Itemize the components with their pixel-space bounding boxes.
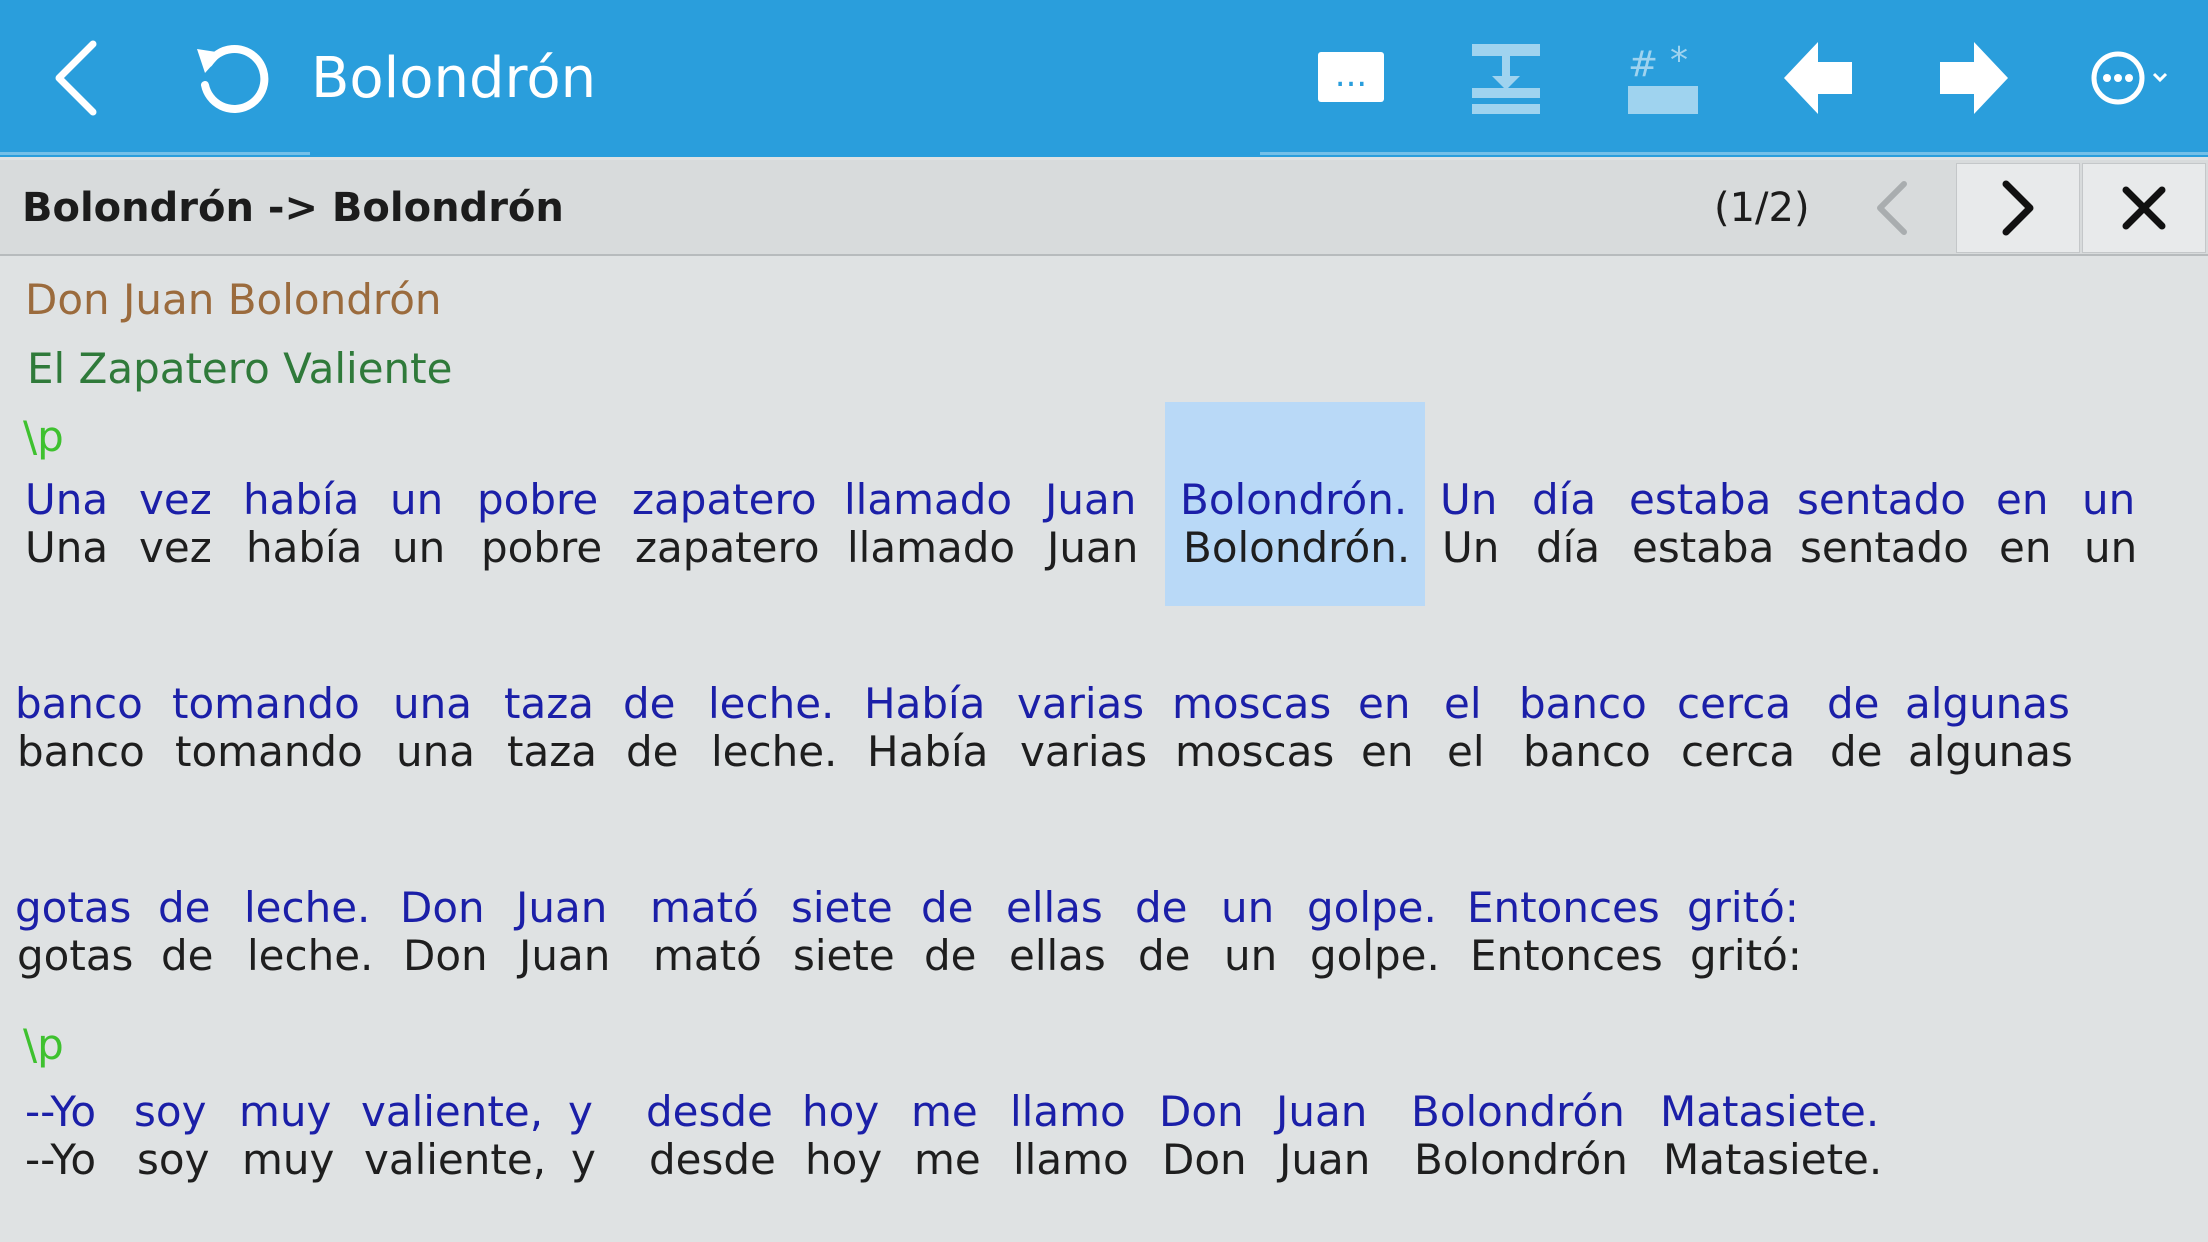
text-word[interactable]: leche. xyxy=(711,724,837,780)
asterisk-fields-icon[interactable]: # * xyxy=(1626,42,1700,116)
back-chevron-icon[interactable] xyxy=(40,30,110,126)
text-word[interactable]: un xyxy=(1224,928,1277,984)
text-word[interactable]: cerca xyxy=(1681,724,1795,780)
text-word[interactable]: moscas xyxy=(1175,724,1334,780)
tab-underline-right xyxy=(1260,152,2208,155)
text-word[interactable]: un xyxy=(2084,520,2137,576)
text-word[interactable]: banco xyxy=(1523,724,1651,780)
arrow-right-icon[interactable] xyxy=(1936,38,2012,118)
find-query: Bolondrón -> Bolondrón xyxy=(22,185,564,231)
text-word[interactable]: de xyxy=(161,928,214,984)
text-word[interactable]: el xyxy=(1447,724,1485,780)
text-word[interactable]: de xyxy=(924,928,977,984)
chevron-right-icon xyxy=(2002,180,2034,236)
text-word[interactable]: llamo xyxy=(1013,1132,1129,1188)
text-word[interactable]: zapatero xyxy=(635,520,820,576)
text-word[interactable]: tomando xyxy=(175,724,363,780)
ellipsis-label: ... xyxy=(1334,55,1368,95)
text-word[interactable]: valiente, xyxy=(364,1132,546,1188)
text-word[interactable]: hoy xyxy=(805,1132,882,1188)
text-word[interactable]: Juan xyxy=(1047,520,1138,576)
text-word[interactable]: Había xyxy=(867,724,988,780)
text-word[interactable]: de xyxy=(1138,928,1191,984)
text-word[interactable]: varias xyxy=(1020,724,1147,780)
text-word[interactable]: taza xyxy=(507,724,597,780)
text-word[interactable]: ellas xyxy=(1009,928,1106,984)
text-word[interactable]: en xyxy=(1361,724,1413,780)
text-word[interactable]: soy xyxy=(137,1132,209,1188)
text-word[interactable]: algunas xyxy=(1908,724,2073,780)
text-word[interactable]: Una xyxy=(25,520,108,576)
next-match-button[interactable] xyxy=(1956,163,2080,253)
paragraph-marker: \p xyxy=(23,412,64,461)
text-word[interactable]: llamado xyxy=(847,520,1015,576)
text-word[interactable]: sentado xyxy=(1800,520,1969,576)
paragraph-marker: \p xyxy=(23,1020,64,1069)
tab-underline-left xyxy=(0,152,310,155)
text-word[interactable]: Matasiete. xyxy=(1663,1132,1882,1188)
document-content: Don Juan Bolondrón El Zapatero Valiente … xyxy=(0,258,2208,1242)
more-options-icon[interactable] xyxy=(2086,46,2176,110)
text-word[interactable]: un xyxy=(392,520,445,576)
text-word[interactable]: vez xyxy=(139,520,212,576)
close-find-button[interactable] xyxy=(2082,163,2206,253)
text-word[interactable]: banco xyxy=(17,724,145,780)
text-word[interactable]: me xyxy=(914,1132,981,1188)
text-word[interactable]: Entonces xyxy=(1470,928,1663,984)
text-word[interactable]: Bolondrón xyxy=(1414,1132,1628,1188)
text-word[interactable]: Un xyxy=(1442,520,1499,576)
document-subtitle: El Zapatero Valiente xyxy=(27,344,453,393)
ellipsis-box-icon[interactable]: ... xyxy=(1318,52,1384,102)
text-word[interactable]: estaba xyxy=(1632,520,1774,576)
text-word[interactable]: una xyxy=(396,724,475,780)
text-word[interactable]: desde xyxy=(649,1132,776,1188)
interlinear-icon[interactable] xyxy=(1470,42,1542,116)
text-word[interactable]: gotas xyxy=(17,928,133,984)
close-icon xyxy=(2122,186,2166,230)
text-word[interactable]: Juan xyxy=(1279,1132,1370,1188)
text-word[interactable]: y xyxy=(571,1132,596,1188)
text-word[interactable]: pobre xyxy=(481,520,602,576)
svg-text:#: # xyxy=(1628,44,1658,85)
text-word[interactable]: día xyxy=(1536,520,1600,576)
text-word[interactable]: en xyxy=(1999,520,2051,576)
match-count: (1/2) xyxy=(1714,185,1810,231)
text-word[interactable]: --Yo xyxy=(25,1132,96,1188)
toolbar-title: Bolondrón xyxy=(311,46,597,111)
document-title: Don Juan Bolondrón xyxy=(25,275,442,324)
text-word[interactable]: Don xyxy=(403,928,488,984)
text-word[interactable]: gritó: xyxy=(1690,928,1802,984)
text-word[interactable]: siete xyxy=(793,928,895,984)
text-word[interactable]: muy xyxy=(242,1132,334,1188)
arrow-left-icon[interactable] xyxy=(1780,38,1856,118)
text-word[interactable]: Juan xyxy=(519,928,610,984)
toolbar: Bolondrón ... # * xyxy=(0,0,2208,157)
text-word[interactable]: leche. xyxy=(247,928,373,984)
text-word[interactable]: Bolondrón. xyxy=(1183,520,1410,576)
text-word[interactable]: Don xyxy=(1162,1132,1247,1188)
svg-text:*: * xyxy=(1670,42,1688,81)
text-word[interactable]: golpe. xyxy=(1310,928,1440,984)
text-word[interactable]: había xyxy=(246,520,362,576)
previous-match-button[interactable] xyxy=(1830,163,1954,253)
text-word[interactable]: mató xyxy=(653,928,762,984)
refresh-icon[interactable] xyxy=(190,36,274,120)
text-word[interactable]: de xyxy=(1830,724,1883,780)
text-word[interactable]: de xyxy=(626,724,679,780)
chevron-left-icon xyxy=(1877,181,1907,235)
